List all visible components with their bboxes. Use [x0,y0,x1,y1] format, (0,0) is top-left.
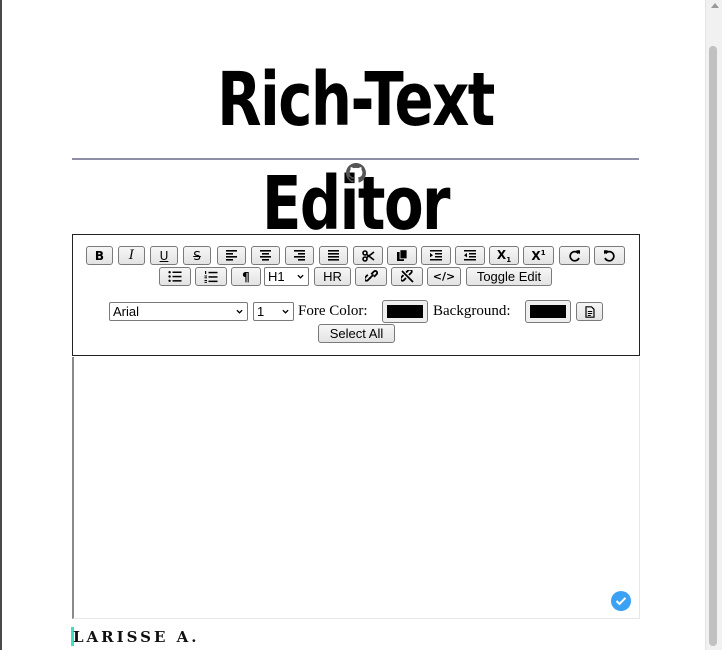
chevron-down-icon [297,274,304,279]
justify-button[interactable] [319,246,348,265]
outdent-icon [464,250,476,261]
horizontal-rule-button[interactable]: HR [314,267,351,286]
document-icon [584,305,595,318]
link-icon [364,270,378,282]
fore-color-picker[interactable] [382,300,428,323]
font-family-select[interactable]: Arial [109,302,248,321]
github-icon[interactable] [346,163,366,183]
numbered-list-icon [204,270,218,283]
ordered-list-button[interactable] [195,267,227,286]
outdent-button[interactable] [455,246,485,265]
link-button[interactable] [355,267,387,286]
unlink-icon [400,270,414,283]
page-title: Rich-Text Editor [217,57,495,247]
copy-icon [397,249,408,261]
subscript-button[interactable]: X1 [489,246,519,265]
scroll-up-arrow-icon[interactable] [711,3,719,8]
subscript-digit: 1 [506,255,512,264]
align-center-icon [260,250,271,261]
redo-icon [569,250,580,262]
strikethrough-glyph: S [193,248,201,263]
editor-toolbar: B I U S X1 X1 ¶ H1 HR </> Toggle Edit Ar… [72,234,640,356]
paragraph-glyph: ¶ [242,269,250,284]
code-glyph: </> [432,270,456,283]
superscript-glyph: X1 [531,249,545,263]
fore-color-swatch [387,305,423,318]
align-center-button[interactable] [251,246,280,265]
title-divider [72,158,639,160]
cut-button[interactable] [353,246,383,265]
font-size-select-value: 1 [257,304,265,319]
background-color-swatch [530,305,566,318]
align-left-icon [226,250,237,261]
author-signature: LARISSE A. [73,628,200,646]
chevron-down-icon [236,309,243,314]
superscript-letter: X [531,248,541,263]
italic-button[interactable]: I [118,246,145,265]
bullet-list-icon [168,271,182,282]
strikethrough-button[interactable]: S [183,246,211,265]
indent-button[interactable] [421,246,451,265]
underline-glyph: U [159,248,169,263]
check-circle-icon [611,591,631,611]
font-size-select[interactable]: 1 [253,302,294,321]
heading-select[interactable]: H1 [264,267,309,286]
align-justify-icon [328,250,339,261]
undo-button[interactable] [594,246,625,265]
scissors-icon [361,249,374,262]
select-all-button[interactable]: Select All [318,324,395,343]
heading-select-value: H1 [268,269,285,284]
bold-glyph: B [94,248,105,263]
background-color-label: Background: [433,303,511,319]
undo-icon [604,250,615,262]
indent-icon [430,250,442,261]
superscript-digit: 1 [540,248,546,257]
subscript-letter: X [496,247,507,262]
superscript-button[interactable]: X1 [523,246,554,265]
fore-color-label: Fore Color: [298,303,368,319]
align-right-button[interactable] [285,246,314,265]
scrollbar-thumb[interactable] [709,46,717,646]
toggle-edit-button[interactable]: Toggle Edit [466,267,552,286]
vertical-scrollbar[interactable] [705,0,722,650]
copy-button[interactable] [387,246,417,265]
window-left-edge [0,0,2,650]
unlink-button[interactable] [391,267,423,286]
bold-button[interactable]: B [86,246,113,265]
font-family-select-value: Arial [113,304,140,319]
paragraph-button[interactable]: ¶ [231,267,261,286]
subscript-glyph: X1 [497,248,511,264]
export-button[interactable] [576,302,603,321]
underline-button[interactable]: U [150,246,178,265]
background-color-picker[interactable] [525,300,571,323]
italic-glyph: I [128,248,135,263]
editor-content-area[interactable] [72,357,640,619]
chevron-down-icon [282,309,289,314]
redo-button[interactable] [559,246,590,265]
align-left-button[interactable] [217,246,246,265]
unordered-list-button[interactable] [159,267,191,286]
align-right-icon [294,250,305,261]
code-button[interactable]: </> [427,267,461,286]
